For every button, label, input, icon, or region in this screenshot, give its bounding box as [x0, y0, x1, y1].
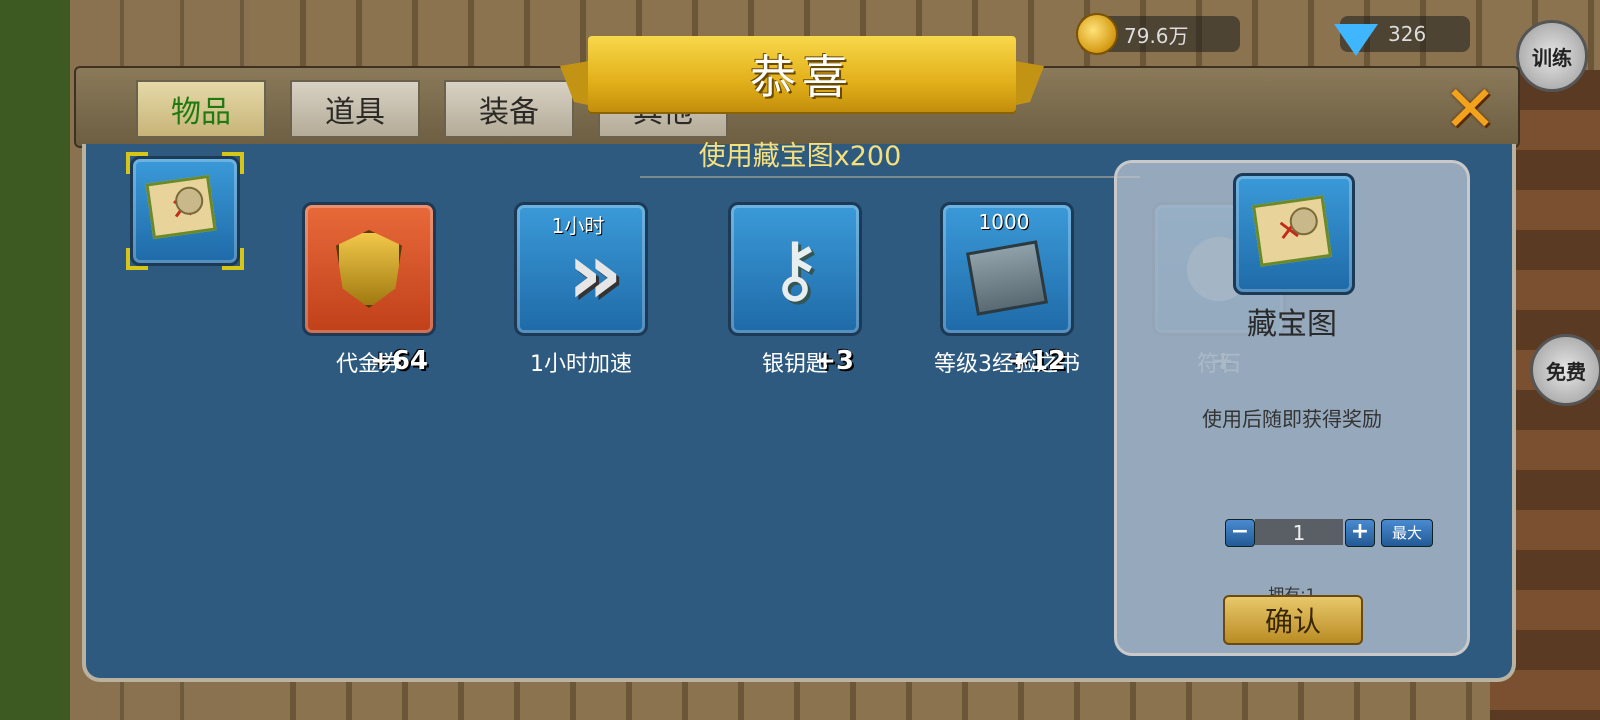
gold-counter[interactable]: 79.6万 [1076, 13, 1240, 55]
selection-corner [222, 248, 244, 270]
close-icon[interactable]: ✕ [1440, 78, 1500, 142]
reward-badge: 1000 [978, 210, 1030, 234]
selection-corner [126, 248, 148, 270]
voucher-shield-icon [305, 205, 433, 333]
detail-item-description: 使用后随即获得奖励 [1202, 407, 1382, 431]
quantity-field[interactable]: 1 [1255, 519, 1343, 545]
detail-item-name: 藏宝图 [1247, 307, 1337, 342]
treasure-map-icon: ✕ [1252, 195, 1332, 267]
gem-counter[interactable]: 326 [1334, 16, 1470, 56]
max-quantity-button[interactable]: 最大 [1381, 519, 1433, 547]
detail-item-frame: ✕ [1233, 173, 1355, 295]
gem-amount: 326 [1388, 22, 1427, 46]
reward-slot[interactable]: ⚷ +3 银钥匙 [728, 202, 862, 382]
reward-icon-frame: ⚷ [728, 202, 862, 336]
gold-coin-icon [1076, 13, 1118, 55]
increase-quantity-button[interactable]: + [1345, 519, 1375, 547]
banner-title: 恭喜 [588, 36, 1016, 112]
reward-icon-frame [302, 202, 436, 336]
reward-name: 1小时加速 [530, 352, 632, 377]
confirm-button[interactable]: 确认 [1223, 595, 1363, 645]
reward-name: 等级3经验之书 [934, 352, 1080, 377]
tab-props[interactable]: 道具 [290, 80, 420, 138]
decrease-quantity-button[interactable]: − [1225, 519, 1255, 547]
divider [640, 176, 1140, 178]
treasure-map-icon: ✕ [145, 174, 217, 240]
reward-name: 代金券 [335, 352, 402, 377]
diamond-icon [1334, 24, 1378, 56]
gold-amount: 79.6万 [1124, 23, 1189, 48]
congrats-banner: 恭喜 [560, 36, 1044, 126]
reward-slot[interactable]: 1000 +12 等级3经验之书 [934, 202, 1080, 382]
quantity-stepper: − 1 + 最大 [1225, 519, 1435, 547]
reward-slot[interactable]: » 1小时 1小时加速 [514, 202, 648, 382]
grass-area [0, 0, 70, 720]
tab-equipment[interactable]: 装备 [444, 80, 574, 138]
reward-badge: 1小时 [551, 214, 605, 238]
tab-items[interactable]: 物品 [136, 80, 266, 138]
silver-key-icon: ⚷ [767, 226, 823, 312]
reward-slot[interactable]: +64 代金券 [302, 202, 436, 382]
item-detail-panel: ✕ 藏宝图 使用后随即获得奖励 − 1 + 最大 拥有:1 确认 [1114, 160, 1470, 656]
free-button[interactable]: 免费 [1530, 334, 1600, 406]
train-button[interactable]: 训练 [1516, 20, 1588, 92]
bottom-wall [240, 680, 1600, 720]
reward-name: 银钥匙 [761, 352, 828, 377]
